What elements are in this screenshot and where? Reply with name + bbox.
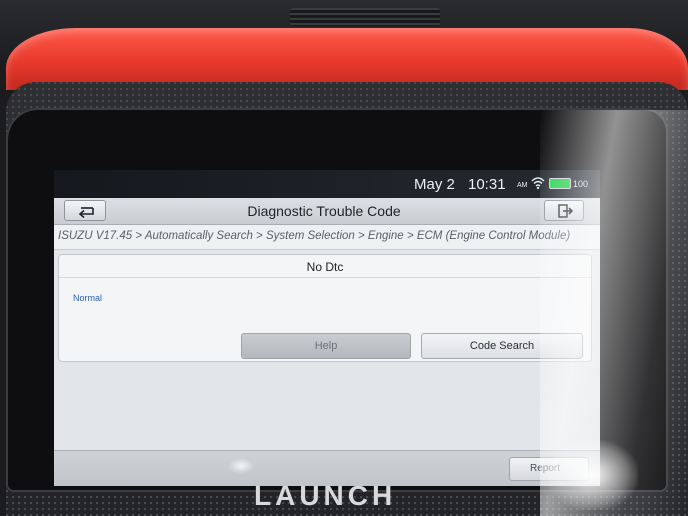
- dtc-status-text: No Dtc: [306, 260, 344, 274]
- dtc-result-panel: No Dtc Normal Help Code Search: [58, 254, 592, 362]
- page-title: Diagnostic Trouble Code: [247, 203, 401, 219]
- wifi-icon: [531, 177, 545, 190]
- bottom-toolbar: Report: [54, 450, 600, 486]
- vent-slot: [290, 8, 440, 26]
- breadcrumb-text: ISUZU V17.45 > Automatically Search > Sy…: [58, 230, 571, 242]
- exit-button[interactable]: [544, 200, 584, 221]
- system-status-text: Normal: [73, 293, 103, 303]
- device-bumper: [6, 28, 688, 90]
- result-header: No Dtc: [59, 255, 591, 278]
- main-content: No Dtc Normal Help Code Search Report: [54, 250, 600, 486]
- help-button[interactable]: Help: [241, 333, 411, 359]
- title-bar: Diagnostic Trouble Code: [54, 198, 600, 225]
- exit-icon: [558, 204, 573, 218]
- status-date: May 2: [414, 176, 455, 193]
- back-arrow-icon: [78, 207, 94, 218]
- breadcrumb: ISUZU V17.45 > Automatically Search > Sy…: [54, 225, 600, 250]
- report-button[interactable]: Report: [509, 457, 589, 481]
- back-button[interactable]: [64, 200, 106, 221]
- battery-icon: [549, 178, 571, 189]
- code-search-button[interactable]: Code Search: [421, 333, 583, 359]
- device-screen: May 2 10:31 AM 100 Diagnostic Trouble Co…: [54, 170, 600, 486]
- status-time: 10:31: [468, 176, 506, 193]
- battery-percent: 100: [573, 179, 589, 189]
- status-bar: May 2 10:31 AM 100: [54, 170, 600, 198]
- status-ampm: AM: [517, 182, 528, 189]
